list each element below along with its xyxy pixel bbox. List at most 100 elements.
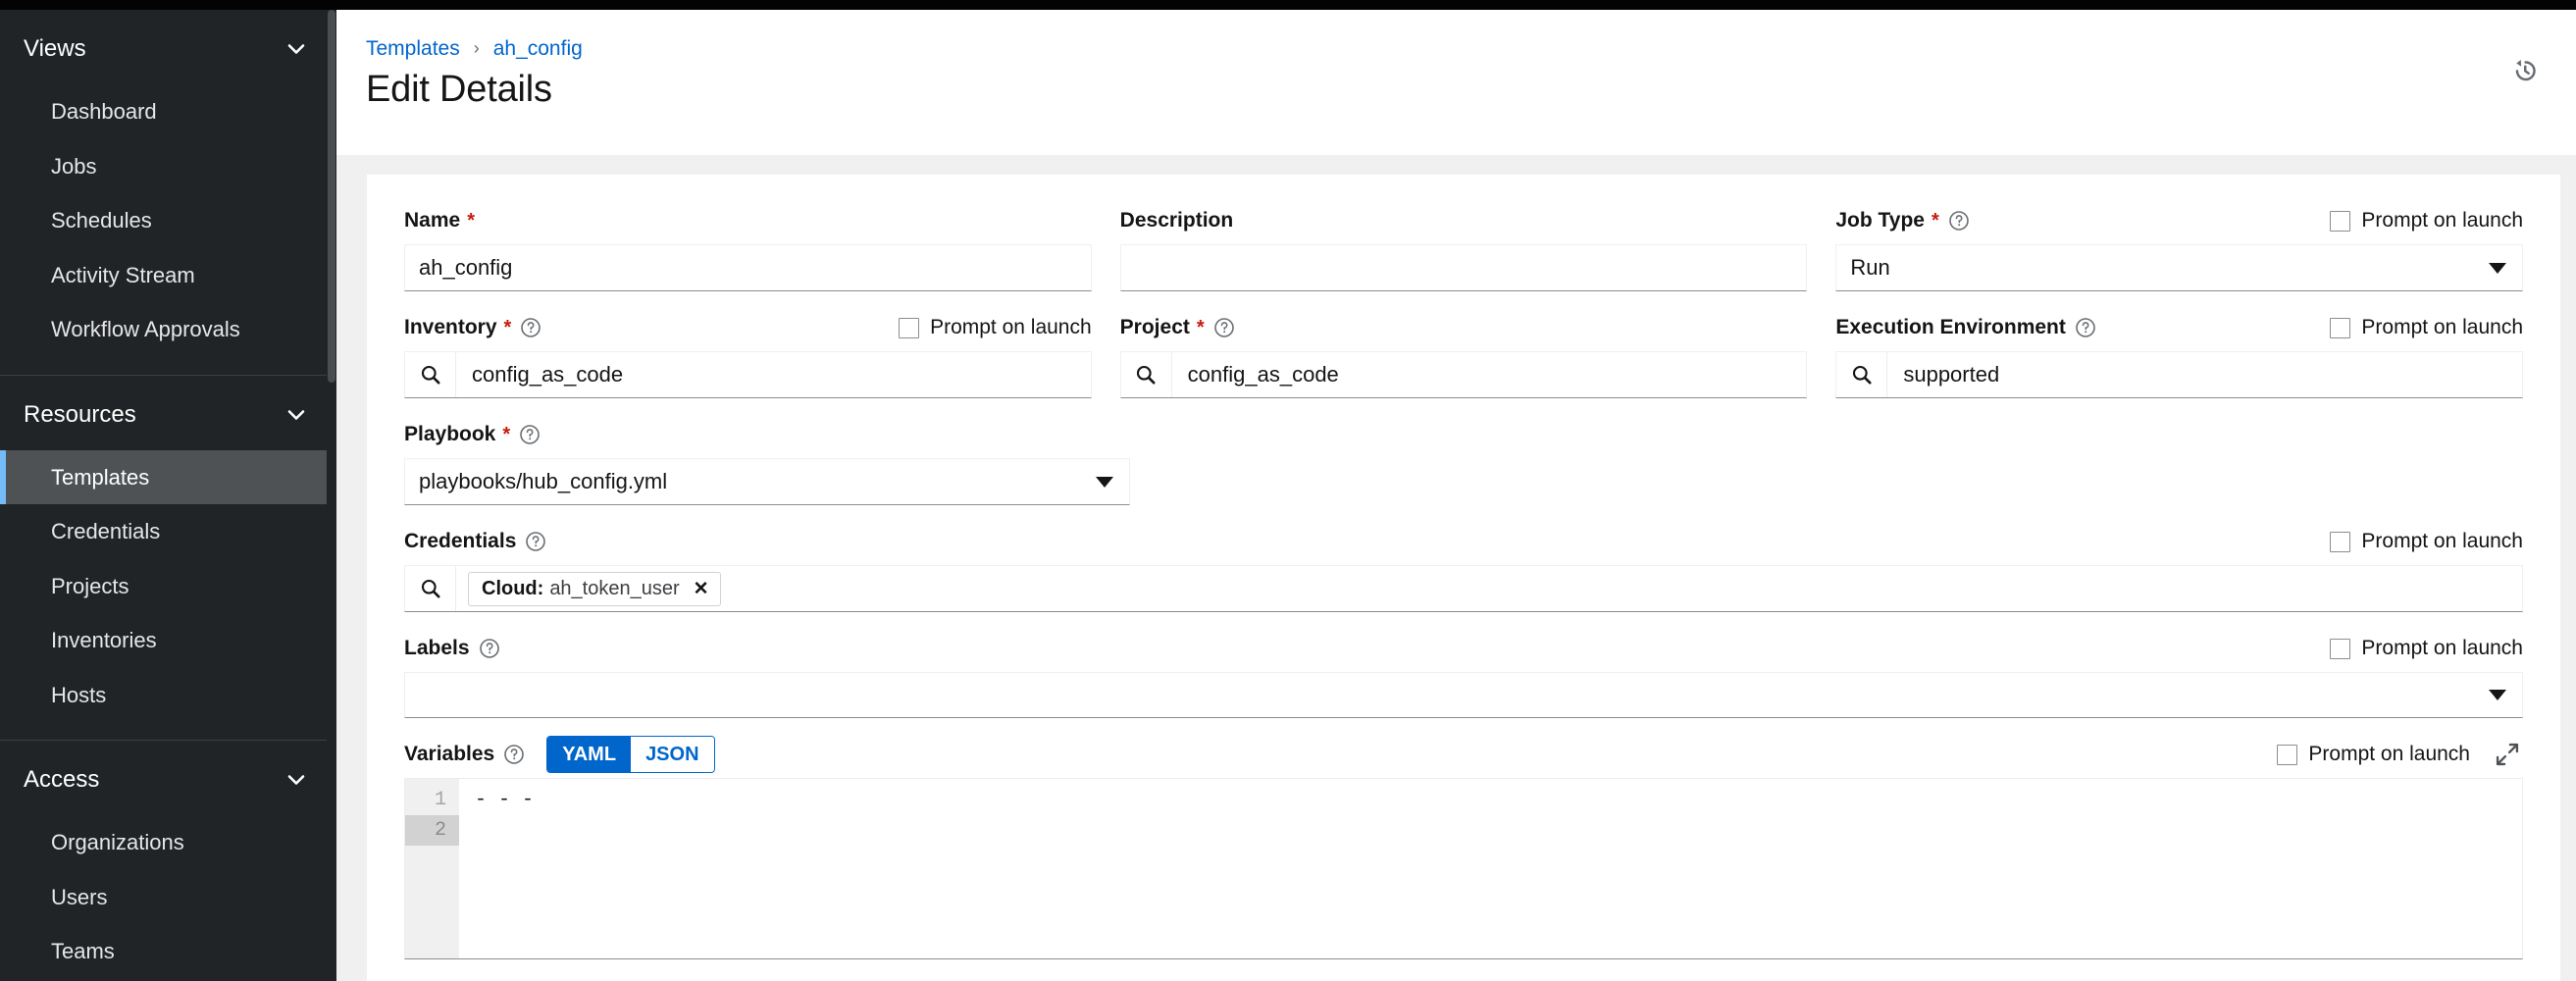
- editor-code-lines[interactable]: - - -: [459, 779, 2522, 958]
- inventory-lookup-input[interactable]: config_as_code: [404, 351, 1092, 398]
- search-icon[interactable]: [405, 352, 456, 397]
- label-text: Credentials: [404, 530, 517, 552]
- sidebar-item-organizations[interactable]: Organizations: [0, 815, 336, 870]
- sidebar-item-hosts[interactable]: Hosts: [0, 668, 336, 723]
- chevron-down-icon[interactable]: [1096, 476, 1113, 488]
- field-job-type: Job Type * Prompt on launch Run: [1835, 206, 2524, 291]
- format-option-json[interactable]: JSON: [631, 737, 714, 772]
- sidebar-item-schedules[interactable]: Schedules: [0, 193, 336, 248]
- sidebar-item-workflow-approvals[interactable]: Workflow Approvals: [0, 302, 336, 357]
- credentials-prompt-on-launch[interactable]: Prompt on launch: [2330, 530, 2523, 553]
- format-option-yaml[interactable]: YAML: [547, 737, 632, 772]
- breadcrumb-separator-icon: ›: [473, 37, 480, 58]
- chevron-down-icon[interactable]: [285, 404, 307, 426]
- sidebar-scrollbar[interactable]: [327, 10, 336, 981]
- search-icon[interactable]: [405, 566, 456, 611]
- inventory-label-row: Inventory * Prompt on launch: [404, 313, 1092, 342]
- field-description: Description: [1119, 206, 1808, 291]
- project-value: config_as_code: [1187, 362, 1339, 387]
- chevron-down-icon[interactable]: [285, 38, 307, 60]
- credential-chip-name: ah_token_user: [549, 577, 680, 599]
- breadcrumb-item-ah-config[interactable]: ah_config: [493, 37, 583, 61]
- sidebar-item-jobs[interactable]: Jobs: [0, 139, 336, 194]
- sidebar-item-templates[interactable]: Templates: [0, 449, 336, 504]
- checkbox[interactable]: [2330, 638, 2351, 659]
- checkbox[interactable]: [899, 317, 920, 338]
- nav-group-access: Access Organizations Users Teams: [0, 740, 336, 981]
- search-icon[interactable]: [1836, 352, 1888, 397]
- field-label-labels: Labels: [404, 634, 500, 663]
- help-circle-icon[interactable]: [479, 638, 500, 659]
- editor-line-numbers: 1 2: [405, 779, 459, 958]
- checkbox[interactable]: [2330, 317, 2351, 338]
- sidebar-item-activity-stream[interactable]: Activity Stream: [0, 248, 336, 303]
- sidebar-scrollbar-thumb[interactable]: [328, 10, 335, 383]
- help-circle-icon[interactable]: [520, 317, 541, 338]
- close-icon[interactable]: ✕: [694, 578, 709, 600]
- nav-group-title: Access: [24, 766, 100, 793]
- form-row-4: Credentials Prompt on launch Cloud: ah_t…: [404, 527, 2523, 634]
- job-type-label-row: Job Type * Prompt on launch: [1835, 206, 2523, 235]
- execution-environment-label-row: Execution Environment Prompt on launch: [1835, 313, 2523, 342]
- help-circle-icon[interactable]: [2075, 317, 2096, 338]
- checkbox[interactable]: [2330, 531, 2351, 552]
- breadcrumb: Templates › ah_config: [366, 37, 2537, 61]
- search-icon[interactable]: [1121, 352, 1172, 397]
- sidebar-item-projects[interactable]: Projects: [0, 559, 336, 614]
- help-circle-icon[interactable]: [1213, 317, 1235, 338]
- primary-sidebar: Views Dashboard Jobs Schedules Activity …: [0, 0, 336, 981]
- field-inventory: Inventory * Prompt on launch config_as_c…: [404, 313, 1092, 398]
- description-input[interactable]: [1119, 244, 1808, 291]
- variables-format-toggle: YAML JSON: [546, 736, 715, 773]
- breadcrumb-item-templates[interactable]: Templates: [366, 37, 460, 61]
- help-circle-icon[interactable]: [1948, 210, 1970, 232]
- job-type-select[interactable]: Run: [1835, 244, 2524, 291]
- form-row-3: Playbook * playbooks/hub_config.yml: [404, 420, 2523, 527]
- checkbox[interactable]: [2330, 210, 2351, 232]
- field-label-execution-environment: Execution Environment: [1835, 313, 2096, 342]
- variables-label-row: Variables YAML JSON Prompt on launch: [404, 736, 2523, 773]
- name-input[interactable]: ah_config: [404, 244, 1092, 291]
- top-masthead-bar: [0, 0, 2576, 10]
- help-circle-icon[interactable]: [525, 531, 546, 552]
- chevron-down-icon[interactable]: [2489, 262, 2507, 274]
- project-lookup-input[interactable]: config_as_code: [1119, 351, 1808, 398]
- execution-environment-prompt-on-launch[interactable]: Prompt on launch: [2330, 316, 2523, 339]
- chevron-down-icon[interactable]: [285, 769, 307, 791]
- sidebar-item-inventories[interactable]: Inventories: [0, 613, 336, 668]
- labels-prompt-on-launch[interactable]: Prompt on launch: [2330, 637, 2523, 660]
- prompt-on-launch-label: Prompt on launch: [2361, 316, 2524, 338]
- sidebar-item-dashboard[interactable]: Dashboard: [0, 84, 336, 139]
- sidebar-item-credentials[interactable]: Credentials: [0, 504, 336, 559]
- editor-line: - - -: [475, 789, 535, 811]
- form-row-2: Inventory * Prompt on launch config_as_c…: [404, 313, 2524, 420]
- variables-prompt-on-launch[interactable]: Prompt on launch: [2277, 743, 2470, 766]
- execution-environment-lookup-input[interactable]: supported: [1835, 351, 2524, 398]
- sidebar-item-users[interactable]: Users: [0, 870, 336, 925]
- credentials-multiselect[interactable]: Cloud: ah_token_user ✕: [404, 565, 2523, 612]
- credential-chip[interactable]: Cloud: ah_token_user ✕: [468, 571, 721, 606]
- nav-group-header-resources[interactable]: Resources: [0, 376, 336, 450]
- credentials-label-row: Credentials Prompt on launch: [404, 527, 2523, 556]
- help-circle-icon[interactable]: [519, 424, 541, 445]
- help-circle-icon[interactable]: [503, 744, 525, 765]
- nav-group-header-views[interactable]: Views: [0, 10, 336, 84]
- nav-group-header-access[interactable]: Access: [0, 741, 336, 815]
- inventory-prompt-on-launch[interactable]: Prompt on launch: [899, 316, 1092, 339]
- execution-environment-value: supported: [1903, 362, 2000, 387]
- chevron-down-icon[interactable]: [2489, 690, 2506, 700]
- job-type-prompt-on-launch[interactable]: Prompt on launch: [2330, 209, 2523, 232]
- history-revert-icon[interactable]: [2503, 49, 2547, 92]
- sidebar-item-teams[interactable]: Teams: [0, 924, 336, 979]
- form-row-1: Name * ah_config Description Job Type * …: [404, 206, 2524, 313]
- expand-arrows-icon[interactable]: [2492, 739, 2523, 770]
- field-playbook: Playbook * playbooks/hub_config.yml: [404, 420, 1130, 505]
- field-variables: Variables YAML JSON Prompt on launch 1 2…: [404, 736, 2523, 959]
- checkbox[interactable]: [2277, 744, 2298, 765]
- variables-code-editor[interactable]: 1 2 - - -: [404, 778, 2523, 959]
- labels-select[interactable]: [404, 672, 2523, 718]
- field-project: Project * config_as_code: [1119, 313, 1808, 398]
- prompt-on-launch-label: Prompt on launch: [2361, 209, 2524, 232]
- field-credentials: Credentials Prompt on launch Cloud: ah_t…: [404, 527, 2523, 612]
- playbook-select[interactable]: playbooks/hub_config.yml: [404, 458, 1130, 505]
